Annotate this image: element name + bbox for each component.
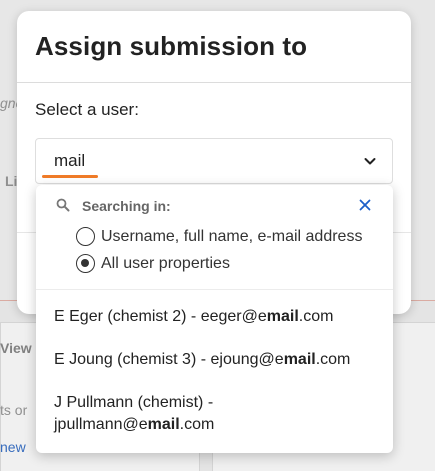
modal-header-divider (17, 82, 411, 83)
search-match-highlight: mail (266, 308, 299, 325)
user-field-label: Select a user: (35, 100, 139, 119)
user-result-item[interactable]: E Eger (chemist 2) - eeger@email.com (54, 306, 374, 328)
user-search-dropdown: Searching in: Username, full name, e-mai… (36, 185, 393, 453)
radio-option-label: All user properties (101, 254, 230, 272)
user-result-text-line2: jpullmann@e (54, 416, 148, 433)
user-result-text-suffix: .com (315, 351, 351, 368)
user-result-text-suffix: .com (298, 308, 334, 325)
radio-button-selected[interactable] (76, 254, 95, 273)
radio-button[interactable] (76, 227, 95, 246)
modal-title: Assign submission to (35, 31, 308, 61)
searching-in-label: Searching in: (82, 198, 171, 214)
user-result-item[interactable]: J Pullmann (chemist) - jpullmann@email.c… (54, 392, 374, 436)
search-match-highlight: mail (147, 416, 180, 433)
search-scope-panel: Searching in: Username, full name, e-mai… (36, 185, 393, 290)
radio-option-basic-fields[interactable]: Username, full name, e-mail address (76, 227, 362, 246)
user-result-text: J Pullmann (chemist) - (54, 394, 214, 411)
user-result-item[interactable]: E Joung (chemist 3) - ejoung@email.com (54, 349, 374, 371)
spellcheck-underline (42, 175, 98, 178)
user-result-text-suffix: .com (179, 416, 215, 433)
search-icon (56, 198, 70, 212)
user-result-text: E Joung (chemist 3) - ejoung@e (54, 351, 284, 368)
user-result-text: E Eger (chemist 2) - eeger@e (54, 308, 267, 325)
close-icon[interactable] (358, 198, 372, 212)
user-select-input-value[interactable]: mail (54, 151, 85, 171)
radio-option-label: Username, full name, e-mail address (101, 227, 363, 245)
chevron-down-icon[interactable] (362, 153, 378, 169)
search-match-highlight: mail (283, 351, 316, 368)
radio-option-all-properties[interactable]: All user properties (76, 254, 230, 273)
user-select[interactable]: mail (35, 138, 393, 184)
